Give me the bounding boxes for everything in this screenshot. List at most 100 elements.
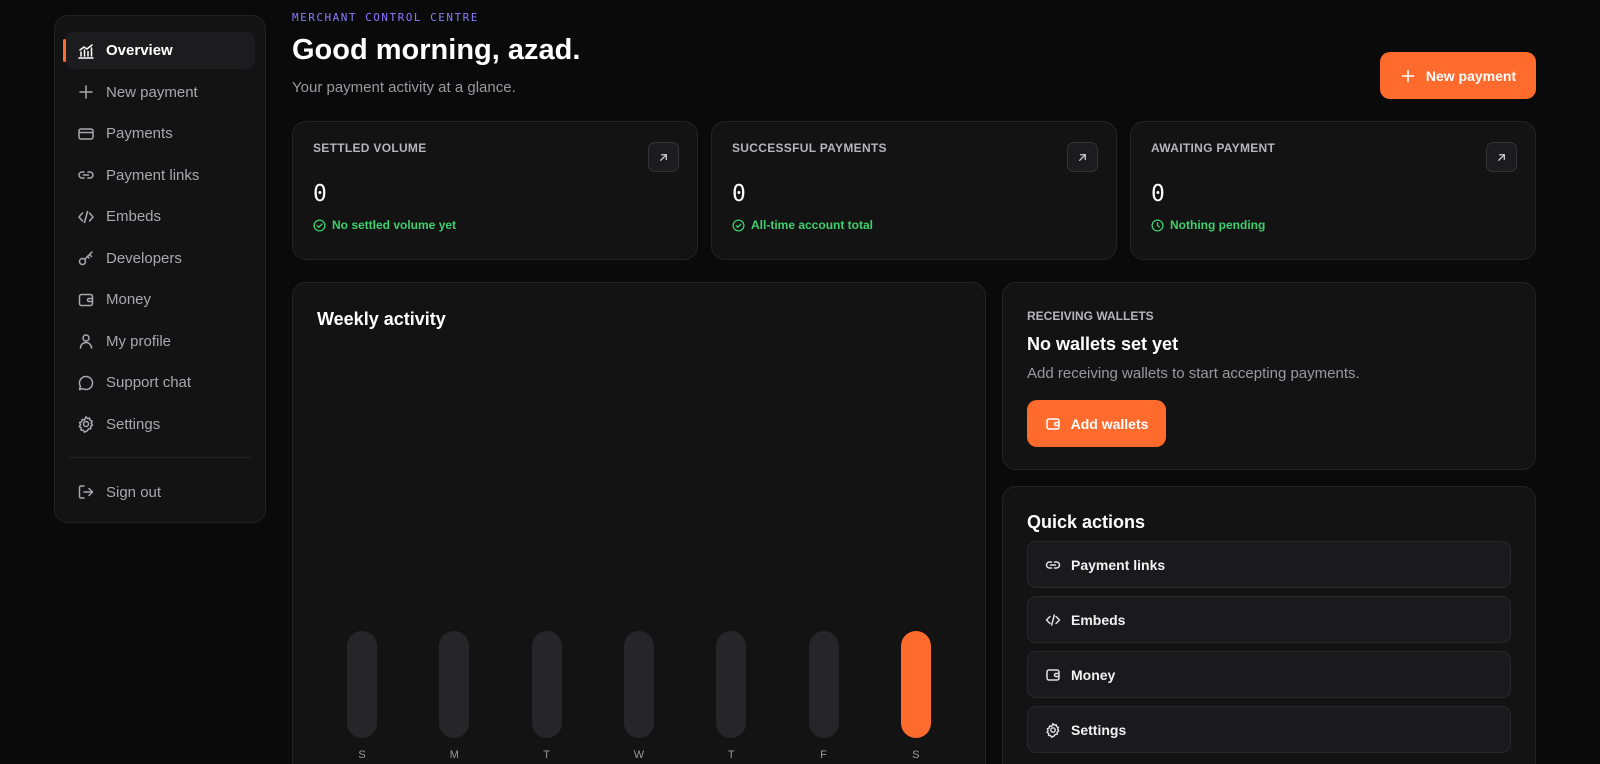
card-icon	[78, 127, 94, 140]
weekly-day-label: T	[543, 749, 550, 761]
sidebar-item-label: Embeds	[106, 208, 162, 225]
arrow-up-right-icon	[660, 153, 667, 161]
page-title: Good morning, azad.	[292, 34, 581, 66]
sidebar-item-money[interactable]: Money	[65, 281, 255, 318]
arrow-up-right-icon	[1079, 153, 1086, 161]
quick-action-payment-links[interactable]: Payment links	[1027, 541, 1511, 588]
weekly-day-label: S	[912, 749, 920, 761]
sign-out-icon	[78, 485, 94, 499]
stat-open-button[interactable]	[1067, 142, 1098, 172]
stat-open-button[interactable]	[648, 142, 679, 172]
weekly-bar	[900, 631, 931, 738]
quick-action-label: Payment links	[1071, 556, 1166, 573]
quick-action-settings[interactable]: Settings	[1027, 706, 1511, 753]
add-wallets-button[interactable]: Add wallets	[1027, 400, 1166, 447]
code-icon	[1045, 613, 1061, 626]
sidebar-item-label: Money	[106, 291, 152, 308]
check-circle-icon	[313, 218, 326, 232]
quick-actions-card: Quick actions Payment links Embeds Money…	[1002, 486, 1536, 764]
stat-value: 0	[732, 181, 746, 207]
gear-icon	[78, 416, 94, 433]
key-icon	[78, 251, 93, 266]
wallets-description: Add receiving wallets to start accepting…	[1027, 365, 1360, 382]
new-payment-button[interactable]: New payment	[1380, 52, 1536, 99]
code-icon	[78, 210, 94, 223]
sidebar: Overview New payment Payments Payment li…	[54, 15, 266, 523]
sidebar-item-payments[interactable]: Payments	[65, 115, 255, 152]
weekly-bar	[623, 631, 654, 738]
sidebar-item-support-chat[interactable]: Support chat	[65, 364, 255, 401]
gear-icon	[1046, 722, 1060, 738]
weekly-day-label: S	[358, 749, 366, 761]
sidebar-item-label: Payments	[106, 125, 173, 142]
quick-action-label: Settings	[1071, 721, 1127, 738]
wallet-icon	[1045, 417, 1060, 430]
stat-note-text: All-time account total	[751, 218, 874, 232]
stat-note-text: Nothing pending	[1170, 218, 1266, 232]
sidebar-item-label: Payment links	[106, 166, 200, 184]
sidebar-item-developers[interactable]: Developers	[65, 240, 255, 277]
stat-value: 0	[1151, 181, 1165, 207]
link-icon	[1045, 560, 1061, 569]
sidebar-item-overview[interactable]: Overview	[63, 32, 255, 69]
weekly-day-label: W	[633, 749, 645, 761]
check-circle-icon	[732, 218, 745, 232]
wallet-icon	[78, 293, 94, 306]
arrow-up-right-icon	[1498, 153, 1505, 161]
weekly-bar	[808, 631, 839, 738]
sidebar-item-embeds[interactable]: Embeds	[65, 198, 255, 235]
quick-action-label: Money	[1071, 666, 1116, 683]
new-payment-label: New payment	[1425, 67, 1517, 84]
sidebar-item-label: Overview	[106, 42, 173, 59]
user-icon	[79, 334, 93, 349]
weekly-day-label: M	[449, 749, 459, 761]
weekly-day-label: T	[727, 749, 735, 761]
stat-note: No settled volume yet	[313, 218, 677, 232]
receiving-wallets-card: RECEIVING WALLETS No wallets set yet Add…	[1002, 282, 1536, 470]
weekly-day-label: F	[820, 749, 827, 761]
stat-note: Nothing pending	[1151, 218, 1515, 232]
sidebar-item-payment-links[interactable]: Payment links	[65, 157, 255, 194]
wallets-label: RECEIVING WALLETS	[1027, 309, 1154, 323]
sidebar-item-settings[interactable]: Settings	[65, 406, 255, 443]
plus-icon	[1401, 69, 1415, 82]
page-subtitle: Your payment activity at a glance.	[292, 79, 516, 96]
sidebar-item-label: Support chat	[106, 374, 192, 391]
stat-label: SETTLED VOLUME	[313, 141, 427, 155]
quick-action-money[interactable]: Money	[1027, 651, 1511, 698]
stat-note-text: No settled volume yet	[332, 218, 457, 232]
stat-note: All-time account total	[732, 218, 1096, 232]
sidebar-divider	[69, 456, 251, 458]
chart-icon	[78, 43, 94, 59]
sign-out-button[interactable]: Sign out	[65, 474, 255, 511]
sidebar-item-label: Developers	[106, 249, 182, 267]
wallet-icon	[1046, 668, 1060, 681]
weekly-bar	[347, 631, 377, 738]
link-icon	[78, 171, 94, 179]
weekly-activity-card: Weekly activity SMTWTFS	[292, 282, 986, 764]
weekly-bar	[716, 631, 747, 738]
sidebar-item-label: Settings	[106, 415, 161, 433]
clock-icon	[1151, 218, 1164, 232]
quick-actions-title: Quick actions	[1027, 512, 1146, 532]
stat-label: AWAITING PAYMENT	[1151, 141, 1276, 155]
add-wallets-label: Add wallets	[1070, 415, 1149, 432]
quick-action-embeds[interactable]: Embeds	[1027, 596, 1511, 643]
wallets-heading: No wallets set yet	[1027, 334, 1179, 354]
plus-icon	[79, 85, 93, 99]
sidebar-item-new-payment[interactable]: New payment	[65, 74, 255, 111]
quick-action-label: Embeds	[1071, 611, 1126, 628]
stat-value: 0	[313, 181, 327, 207]
sign-out-label: Sign out	[106, 483, 162, 501]
sidebar-item-my-profile[interactable]: My profile	[65, 323, 255, 360]
weekly-bar	[439, 631, 470, 738]
page-eyebrow: MERCHANT CONTROL CENTRE	[292, 11, 479, 24]
stat-open-button[interactable]	[1486, 142, 1517, 172]
chat-icon	[78, 375, 94, 390]
stat-label: SUCCESSFUL PAYMENTS	[732, 141, 887, 155]
stat-card-awaiting-payment: AWAITING PAYMENT 0 Nothing pending	[1130, 121, 1536, 260]
sidebar-item-label: My profile	[106, 332, 172, 350]
stat-card-successful-payments: SUCCESSFUL PAYMENTS 0 All-time account t…	[711, 121, 1117, 260]
weekly-activity-bars: SMTWTFS	[293, 283, 985, 764]
sidebar-item-label: New payment	[106, 83, 198, 101]
